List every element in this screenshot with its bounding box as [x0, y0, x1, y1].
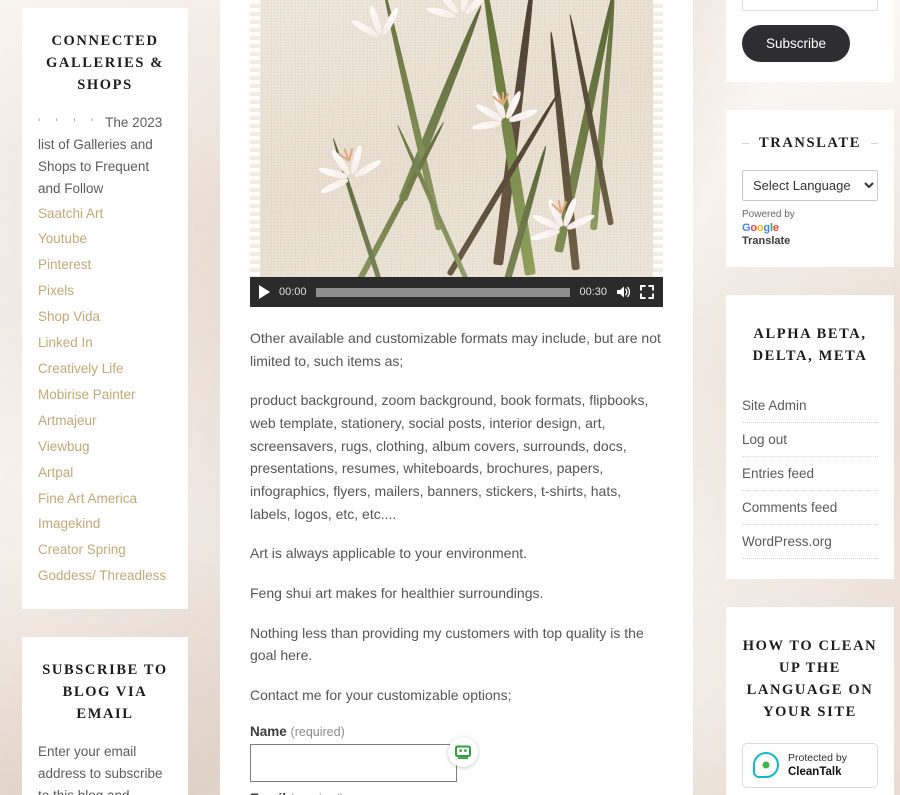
- subscribe-description: Enter your email address to subscribe to…: [38, 744, 163, 795]
- fullscreen-icon[interactable]: [640, 285, 654, 299]
- cleantalk-brand-name: CleanTalk: [788, 765, 842, 778]
- gallery-link-saatchi-art[interactable]: Saatchi Art: [38, 206, 103, 221]
- paragraph-top-quality: Nothing less than providing my customers…: [250, 624, 644, 664]
- language-select[interactable]: Select Language: [742, 170, 878, 202]
- list-item: Log out: [742, 423, 878, 457]
- cleantalk-badge-text: Protected by CleanTalk: [788, 752, 847, 780]
- list-item: Creatively Life: [38, 356, 172, 382]
- galleries-intro-text: ' ' ' ' The 2023 list of Galleries and Sh…: [38, 112, 172, 199]
- meta-link-log-out[interactable]: Log out: [742, 423, 878, 456]
- meta-widget-title: Alpha Beta, Delta, Meta: [752, 325, 868, 364]
- list-item: Entries feed: [742, 457, 878, 491]
- subscribe-email-widget-left: Subscribe to Blog via Email Enter your e…: [22, 637, 188, 795]
- galleries-link-list: Saatchi Art Youtube Pinterest Pixels Sho…: [38, 201, 172, 590]
- bot-assistant-icon-name[interactable]: [448, 736, 478, 767]
- gallery-link-creatively-life[interactable]: Creatively Life: [38, 361, 124, 376]
- volume-icon[interactable]: [616, 285, 631, 299]
- list-item: Pixels: [38, 278, 172, 304]
- subscribe-email-widget-right: Subscribe: [726, 0, 894, 82]
- name-input[interactable]: [250, 743, 457, 782]
- gallery-link-shop-vida[interactable]: Shop Vida: [38, 309, 100, 324]
- list-item: Viewbug: [38, 434, 172, 460]
- name-required-note: (required): [290, 724, 345, 739]
- list-item: Site Admin: [742, 389, 878, 423]
- list-item: Artpal: [38, 460, 172, 486]
- paragraph-feng-shui: Feng shui art makes for healthier surrou…: [250, 585, 544, 602]
- list-item: Comments feed: [742, 491, 878, 525]
- list-item: Creator Spring Goddess/ Threadless: [38, 537, 172, 589]
- tickmark-decoration: ' ' ' ': [38, 116, 100, 131]
- gallery-link-creator-spring-threadless[interactable]: Creator Spring Goddess/ Threadless: [38, 542, 166, 583]
- main-content-column: 00:00 00:30 Other available and customiz…: [220, 0, 693, 795]
- cleantalk-protected-by: Protected by: [788, 751, 847, 764]
- paragraph-formats-intro: Other available and customizable formats…: [250, 330, 661, 369]
- video-duration: 00:30: [579, 286, 607, 298]
- video-control-bar: 00:00 00:30: [250, 277, 663, 307]
- video-progress-slider[interactable]: [315, 287, 571, 297]
- translate-word-label: Translate: [742, 234, 791, 247]
- meta-widget: Alpha Beta, Delta, Meta Site Admin Log o…: [726, 294, 894, 579]
- cleantalk-logo-icon: [753, 752, 779, 779]
- meta-link-site-admin[interactable]: Site Admin: [742, 389, 878, 422]
- subscribe-email-input-right[interactable]: [742, 0, 878, 11]
- gallery-link-artpal[interactable]: Artpal: [38, 465, 73, 480]
- subscribe-widget-title: Subscribe to Blog via Email: [42, 662, 168, 723]
- google-logo: Google: [742, 222, 878, 234]
- name-field-label: Name (required): [250, 724, 663, 739]
- translate-widget-title: Translate: [742, 132, 878, 154]
- gallery-link-youtube[interactable]: Youtube: [38, 231, 87, 246]
- video-player[interactable]: 00:00 00:30: [250, 0, 663, 307]
- list-item: Youtube: [38, 226, 172, 252]
- gallery-link-fine-art-america[interactable]: Fine Art America: [38, 491, 137, 506]
- contact-form: Name (required) Email (required) Website: [250, 724, 663, 795]
- cleantalk-badge[interactable]: Protected by CleanTalk: [742, 742, 878, 789]
- cleantalk-widget-title: How to Clean Up the Language on Your Sit…: [742, 637, 878, 720]
- subscribe-button-right[interactable]: Subscribe: [742, 25, 851, 62]
- gallery-link-linked-in[interactable]: Linked In: [38, 335, 93, 350]
- gallery-link-mobirise-painter[interactable]: Mobirise Painter: [38, 387, 136, 402]
- video-viewport[interactable]: [250, 0, 663, 277]
- translate-widget: Translate Select Language Powered by Goo…: [726, 110, 894, 267]
- artwork-scallop-left: [250, 0, 260, 277]
- paragraph-formats-list: product background, zoom background, boo…: [250, 392, 649, 522]
- email-field-label: Email (required): [250, 791, 663, 795]
- powered-by-label: Powered by: [742, 209, 795, 221]
- cleantalk-widget: How to Clean Up the Language on Your Sit…: [726, 606, 894, 795]
- list-item: Mobirise Painter: [38, 382, 172, 408]
- left-sidebar: Connected Galleries & Shops ' ' ' ' The 2…: [22, 8, 188, 795]
- artwork-scallop-right: [653, 0, 663, 277]
- meta-link-comments-feed[interactable]: Comments feed: [742, 491, 878, 524]
- gallery-link-pinterest[interactable]: Pinterest: [38, 257, 91, 272]
- gallery-link-imagekind[interactable]: Imagekind: [38, 516, 100, 531]
- meta-link-list: Site Admin Log out Entries feed Comments…: [742, 389, 878, 559]
- gallery-link-artmajeur[interactable]: Artmajeur: [38, 413, 97, 428]
- google-letter-e: e: [772, 221, 779, 234]
- paragraph-art-applicable: Art is always applicable to your environ…: [250, 545, 528, 562]
- play-icon[interactable]: [259, 285, 270, 299]
- galleries-widget-title: Connected Galleries & Shops: [46, 33, 164, 94]
- gallery-link-viewbug[interactable]: Viewbug: [38, 439, 90, 454]
- name-label-text: Name: [250, 723, 287, 739]
- meta-link-entries-feed[interactable]: Entries feed: [742, 457, 878, 490]
- page-root: Connected Galleries & Shops ' ' ' ' The 2…: [0, 0, 900, 795]
- list-item: Imagekind: [38, 511, 172, 537]
- list-item: Fine Art America: [38, 486, 172, 512]
- paragraph-contact-me: Contact me for your customizable options…: [250, 687, 512, 704]
- connected-galleries-widget: Connected Galleries & Shops ' ' ' ' The 2…: [22, 8, 188, 610]
- article-body: Other available and customizable formats…: [220, 307, 693, 795]
- gallery-link-pixels[interactable]: Pixels: [38, 283, 74, 298]
- list-item: Shop Vida: [38, 304, 172, 330]
- video-current-time: 00:00: [279, 286, 307, 298]
- list-item: Linked In: [38, 330, 172, 356]
- list-item: Saatchi Art: [38, 201, 172, 227]
- list-item: Pinterest: [38, 252, 172, 278]
- list-item: WordPress.org: [742, 525, 878, 559]
- right-sidebar: Subscribe Translate Select Language Powe…: [726, 0, 894, 795]
- email-label-text: Email: [250, 791, 286, 795]
- meta-link-wordpress-org[interactable]: WordPress.org: [742, 525, 878, 558]
- list-item: Artmajeur: [38, 408, 172, 434]
